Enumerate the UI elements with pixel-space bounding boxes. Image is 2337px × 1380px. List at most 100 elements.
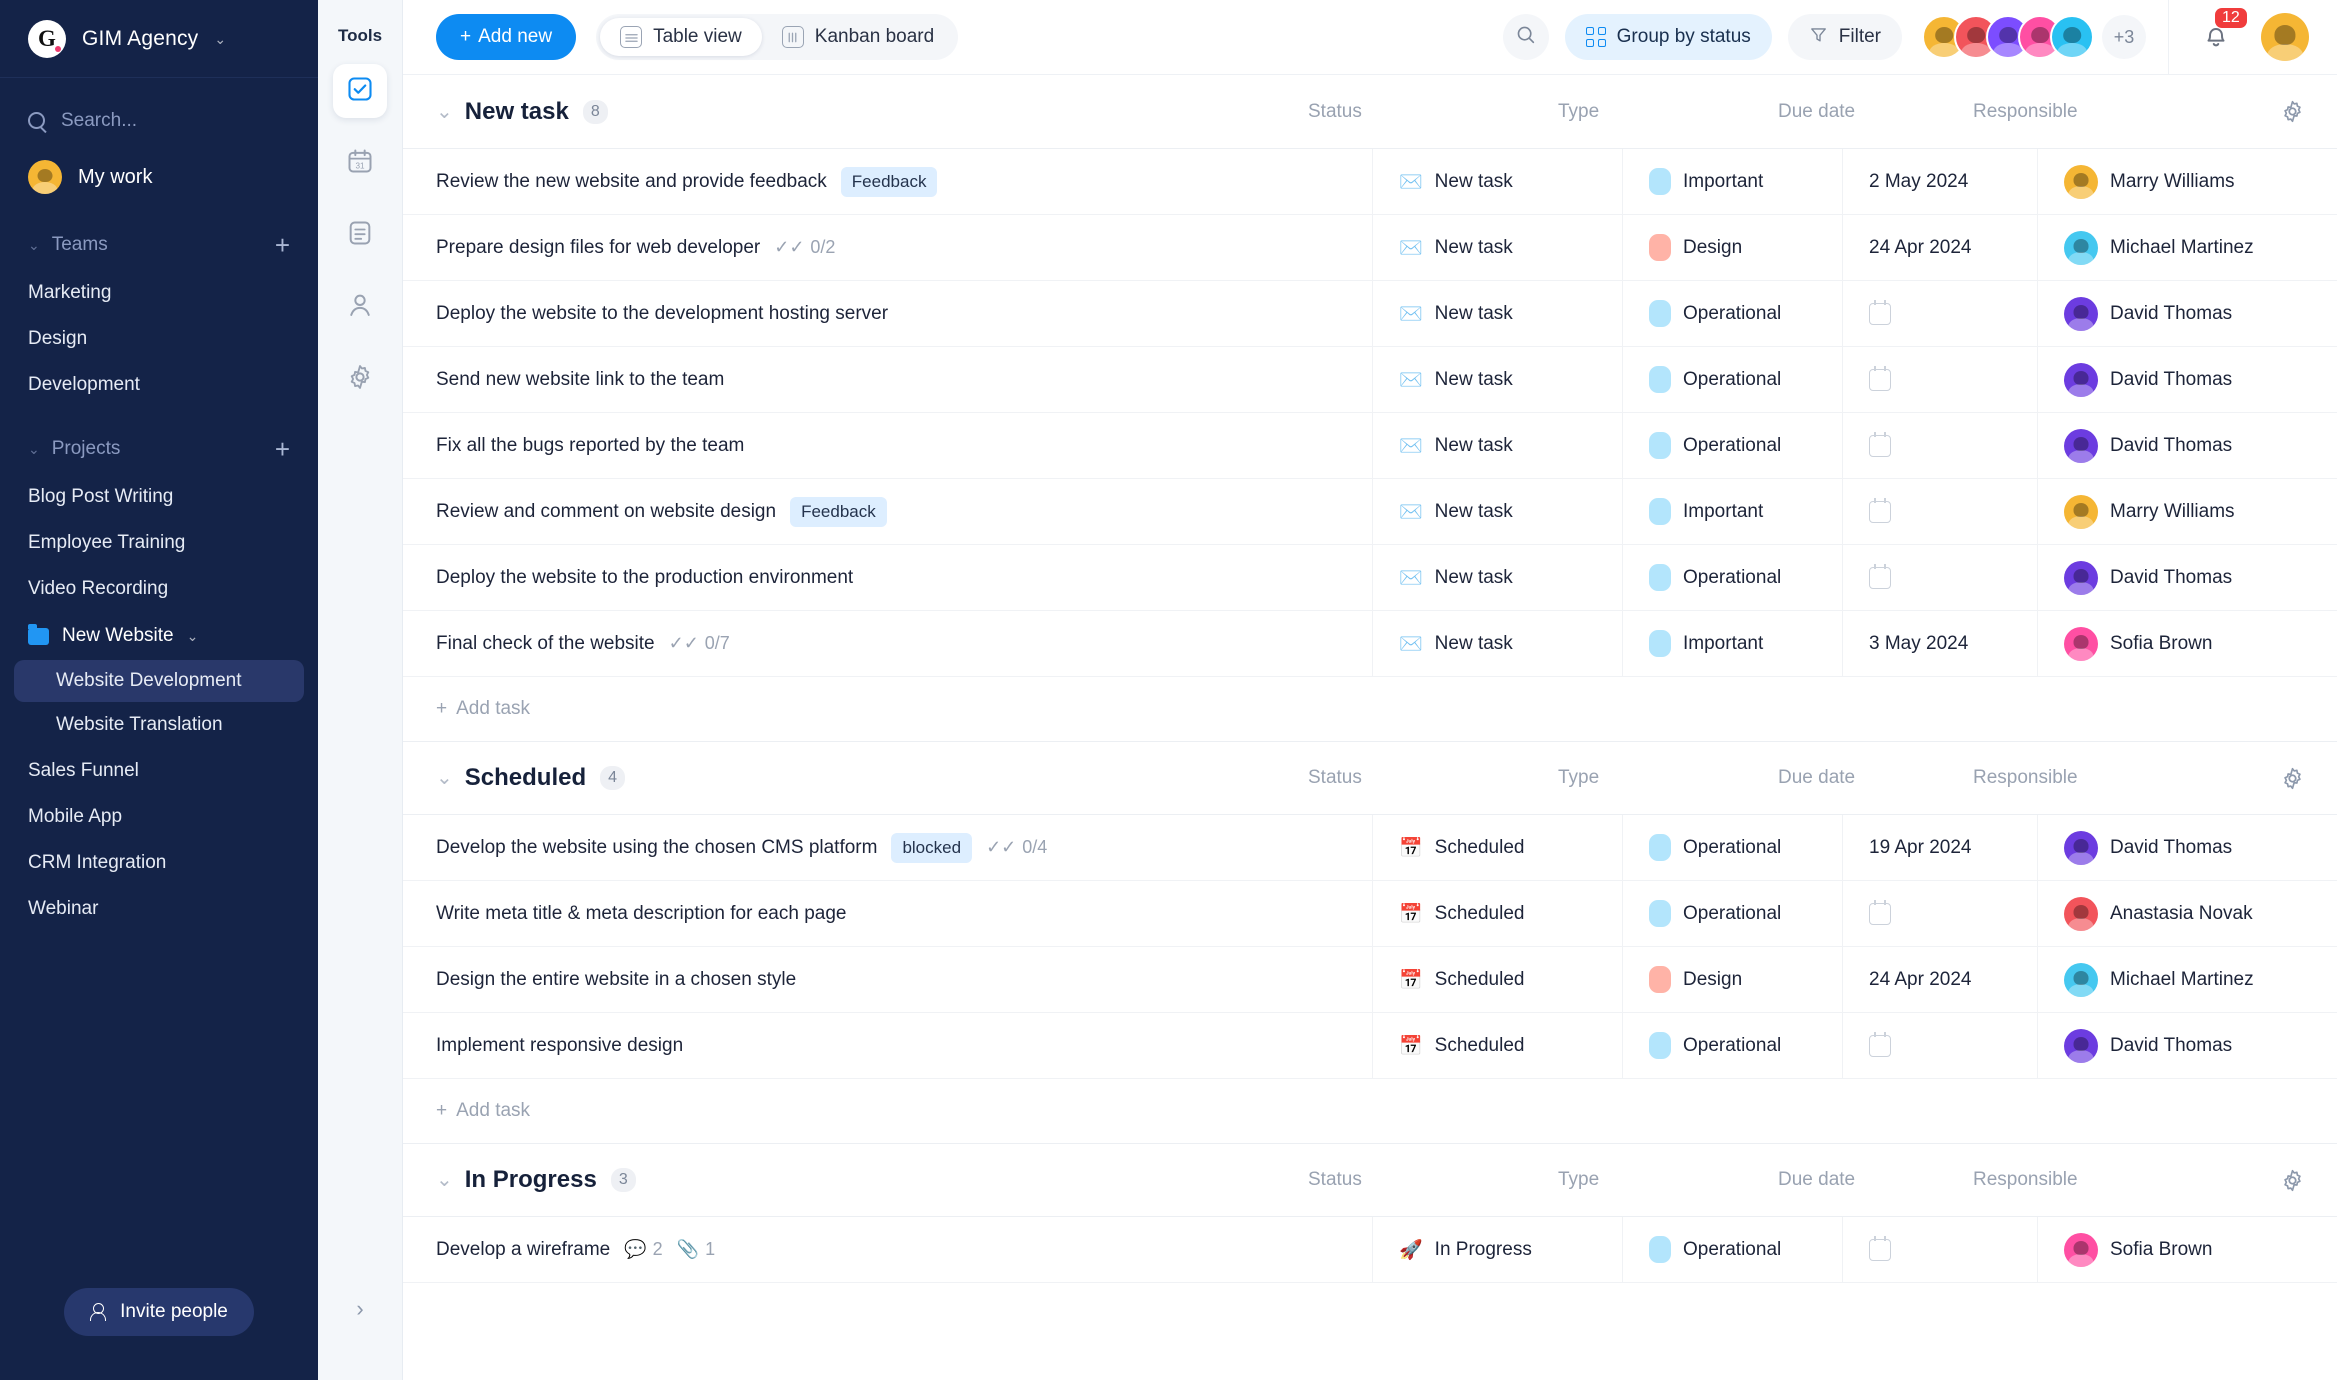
column-header-due-date[interactable]: Due date: [1752, 1169, 1947, 1191]
group-header-new-task[interactable]: ⌄ New task 8 Status Type Due date Respon…: [403, 75, 2337, 149]
sidebar-item-employee-training[interactable]: Employee Training: [0, 520, 318, 566]
calendar-empty-icon[interactable]: [1869, 899, 1891, 925]
calendar-empty-icon[interactable]: [1869, 563, 1891, 589]
task-title: Write meta title & meta description for …: [436, 902, 847, 924]
filter-button[interactable]: Filter: [1787, 14, 1902, 60]
type-color-chip: [1649, 234, 1671, 261]
column-settings-button[interactable]: [2247, 99, 2337, 124]
calendar-empty-icon[interactable]: [1869, 1031, 1891, 1057]
notifications-button[interactable]: 12: [2201, 7, 2247, 55]
calendar-empty-icon[interactable]: [1869, 365, 1891, 391]
avatar[interactable]: [2050, 15, 2094, 59]
column-header-type[interactable]: Type: [1532, 1169, 1752, 1191]
sidebar-folder-new-website[interactable]: New Website ⌄: [0, 612, 318, 660]
calendar-empty-icon[interactable]: [1869, 497, 1891, 523]
calendar-empty-icon[interactable]: [1869, 1235, 1891, 1261]
status-label: New task: [1434, 566, 1513, 588]
search-button[interactable]: [1502, 14, 1549, 60]
expand-sidebar-button[interactable]: ›: [356, 1296, 363, 1322]
group-header-in-progress[interactable]: ⌄ In Progress 3 Status Type Due date Res…: [403, 1143, 2337, 1217]
projects-section-header[interactable]: ⌄ Projects +: [0, 424, 318, 474]
type-color-chip: [1649, 900, 1671, 927]
table-row[interactable]: Deploy the website to the development ho…: [403, 280, 2337, 347]
tool-notes[interactable]: [333, 208, 387, 262]
column-header-responsible[interactable]: Responsible: [1947, 101, 2247, 123]
invite-people-button[interactable]: Invite people: [64, 1288, 254, 1336]
tab-kanban-board[interactable]: Kanban board: [762, 18, 954, 56]
sidebar-item-crm-integration[interactable]: CRM Integration: [0, 840, 318, 886]
calendar-empty-icon[interactable]: [1869, 299, 1891, 325]
tool-contacts[interactable]: [333, 280, 387, 334]
chevron-down-icon[interactable]: ⌄: [436, 768, 453, 788]
table-row[interactable]: Final check of the website ✓✓ 0/7 ✉️ New t…: [403, 610, 2337, 677]
column-header-responsible[interactable]: Responsible: [1947, 1169, 2247, 1191]
table-row[interactable]: Implement responsive design 📅 Scheduled O…: [403, 1012, 2337, 1079]
type-color-chip: [1649, 834, 1671, 861]
add-new-button[interactable]: + Add new: [436, 14, 577, 60]
filter-icon: [1809, 25, 1828, 50]
column-header-responsible[interactable]: Responsible: [1947, 767, 2247, 789]
table-row[interactable]: Prepare design files for web developer ✓…: [403, 214, 2337, 281]
task-status: 📅 Scheduled: [1372, 814, 1622, 881]
chevron-down-icon[interactable]: ⌄: [436, 102, 453, 122]
sidebar-item-design[interactable]: Design: [0, 316, 318, 362]
contacts-icon: [346, 291, 374, 324]
column-settings-button[interactable]: [2247, 1168, 2337, 1193]
column-header-status[interactable]: Status: [1282, 101, 1532, 123]
table-row[interactable]: Review the new website and provide feedb…: [403, 148, 2337, 215]
sidebar-item-my-work[interactable]: My work: [0, 150, 318, 204]
task-tag[interactable]: blocked: [891, 832, 973, 863]
task-tag[interactable]: Feedback: [790, 496, 887, 527]
table-row[interactable]: Write meta title & meta description for …: [403, 880, 2337, 947]
sidebar-item-development[interactable]: Development: [0, 362, 318, 408]
add-task-button[interactable]: + Add task: [403, 677, 2337, 741]
table-row[interactable]: Review and comment on website design Fee…: [403, 478, 2337, 545]
chevron-down-icon[interactable]: ⌄: [214, 32, 226, 46]
tool-calendar[interactable]: 31: [333, 136, 387, 190]
table-row[interactable]: Develop the website using the chosen CMS…: [403, 814, 2337, 881]
workspace-switcher[interactable]: G GIM Agency ⌄: [0, 0, 318, 78]
sidebar-item-mobile-app[interactable]: Mobile App: [0, 794, 318, 840]
table-row[interactable]: Design the entire website in a chosen st…: [403, 946, 2337, 1013]
tab-table-view[interactable]: Table view: [600, 18, 762, 56]
column-header-type[interactable]: Type: [1532, 767, 1752, 789]
table-row[interactable]: Send new website link to the team ✉️ New …: [403, 346, 2337, 413]
add-task-button[interactable]: + Add task: [403, 1079, 2337, 1143]
column-settings-button[interactable]: [2247, 766, 2337, 791]
column-header-due-date[interactable]: Due date: [1752, 767, 1947, 789]
task-tag[interactable]: Feedback: [840, 166, 938, 197]
column-header-due-date[interactable]: Due date: [1752, 101, 1947, 123]
responsible-name: Marry Williams: [2110, 500, 2235, 522]
tool-tasks[interactable]: [333, 64, 387, 118]
sidebar-item-webinar[interactable]: Webinar: [0, 886, 318, 932]
chevron-down-icon[interactable]: ⌄: [436, 1170, 453, 1190]
calendar-empty-icon[interactable]: [1869, 431, 1891, 457]
teams-section-header[interactable]: ⌄ Teams +: [0, 220, 318, 270]
sidebar-item-sales-funnel[interactable]: Sales Funnel: [0, 748, 318, 794]
table-row[interactable]: Fix all the bugs reported by the team ✉️…: [403, 412, 2337, 479]
column-header-status[interactable]: Status: [1282, 1169, 1532, 1191]
column-header-status[interactable]: Status: [1282, 767, 1532, 789]
group-by-status-button[interactable]: Group by status: [1564, 14, 1772, 60]
task-status: ✉️ New task: [1372, 280, 1622, 347]
column-header-type[interactable]: Type: [1532, 101, 1752, 123]
member-avatars[interactable]: +3: [1922, 15, 2146, 59]
task-type: Operational: [1622, 1012, 1842, 1079]
sidebar-item-blog-post-writing[interactable]: Blog Post Writing: [0, 474, 318, 520]
add-project-button[interactable]: +: [275, 436, 290, 462]
sidebar-item-website-development[interactable]: Website Development: [14, 660, 304, 702]
add-team-button[interactable]: +: [275, 232, 290, 258]
sidebar-item-website-translation[interactable]: Website Translation: [0, 702, 318, 748]
user-avatar[interactable]: [2261, 13, 2309, 61]
avatar-overflow-count[interactable]: +3: [2102, 15, 2146, 59]
sidebar-search[interactable]: Search...: [0, 92, 318, 150]
sidebar-item-video-recording[interactable]: Video Recording: [0, 566, 318, 612]
group-count: 8: [582, 99, 608, 124]
chevron-down-icon[interactable]: ⌄: [187, 629, 199, 643]
table-row[interactable]: Deploy the website to the production env…: [403, 544, 2337, 611]
group-header-scheduled[interactable]: ⌄ Scheduled 4 Status Type Due date Respo…: [403, 741, 2337, 815]
sidebar-item-marketing[interactable]: Marketing: [0, 270, 318, 316]
avatar: [2064, 296, 2098, 331]
tool-settings[interactable]: [333, 352, 387, 406]
table-row[interactable]: Develop a wireframe 💬 2 📎 1 🚀 In Progress O…: [403, 1216, 2337, 1283]
